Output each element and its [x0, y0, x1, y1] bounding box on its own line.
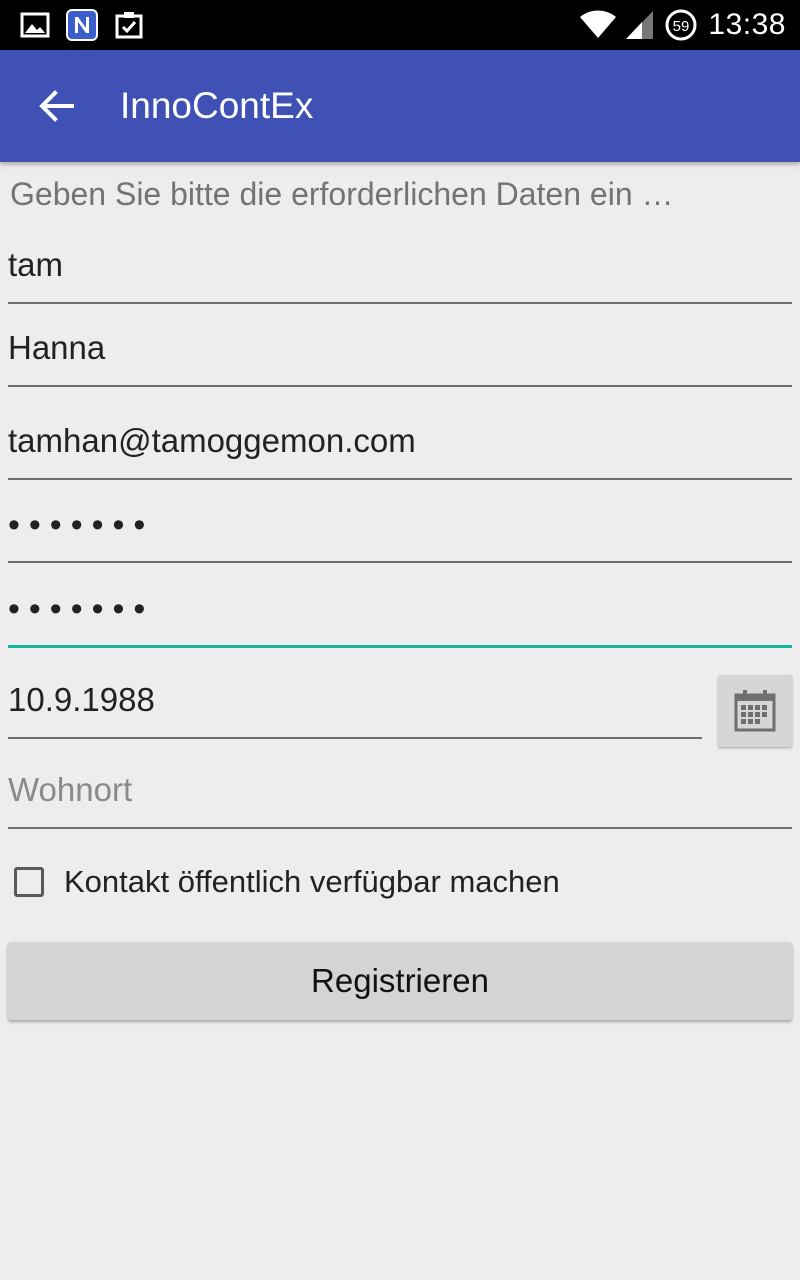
system-icons: 59 13:38	[580, 8, 786, 42]
app-bar: InnoContEx	[0, 50, 800, 162]
name-field[interactable]: Hanna	[8, 304, 792, 387]
public-contact-row[interactable]: Kontakt öffentlich verfügbar machen	[14, 862, 560, 902]
notification-icons	[20, 8, 144, 42]
email-field[interactable]: tamhan@tamoggemon.com	[8, 387, 792, 480]
battery-icon: 59	[664, 8, 698, 42]
password-field[interactable]: •••••••	[8, 480, 792, 563]
status-bar: 59 13:38	[0, 0, 800, 50]
n-app-icon	[66, 9, 98, 41]
date-picker-button[interactable]	[718, 675, 792, 747]
username-field[interactable]: tam	[8, 226, 792, 304]
register-button[interactable]: Registrieren	[8, 942, 792, 1020]
password-confirm-field[interactable]: •••••••	[8, 563, 792, 648]
arrow-left-icon	[38, 90, 74, 122]
password-value: •••••••	[8, 506, 155, 544]
cell-signal-icon	[626, 10, 654, 40]
back-button[interactable]	[26, 76, 86, 136]
clipboard-check-icon	[114, 10, 144, 40]
name-value: Hanna	[8, 329, 106, 366]
username-value: tam	[8, 246, 64, 283]
calendar-icon	[733, 689, 777, 733]
password-confirm-value: •••••••	[8, 590, 155, 628]
public-contact-checkbox[interactable]	[14, 867, 44, 897]
city-placeholder: Wohnort	[8, 771, 133, 808]
city-field[interactable]: Wohnort	[8, 742, 792, 829]
status-time: 13:38	[708, 8, 786, 41]
birthdate-value: 10.9.1988	[8, 681, 155, 718]
wifi-icon	[580, 10, 617, 40]
public-contact-label: Kontakt öffentlich verfügbar machen	[64, 864, 560, 899]
email-value: tamhan@tamoggemon.com	[8, 422, 416, 459]
birthdate-field[interactable]: 10.9.1988	[8, 650, 702, 739]
battery-level: 59	[673, 18, 690, 35]
form-instruction: Geben Sie bitte die erforderlichen Daten…	[10, 176, 674, 212]
image-icon	[20, 11, 50, 39]
app-title: InnoContEx	[120, 85, 314, 126]
